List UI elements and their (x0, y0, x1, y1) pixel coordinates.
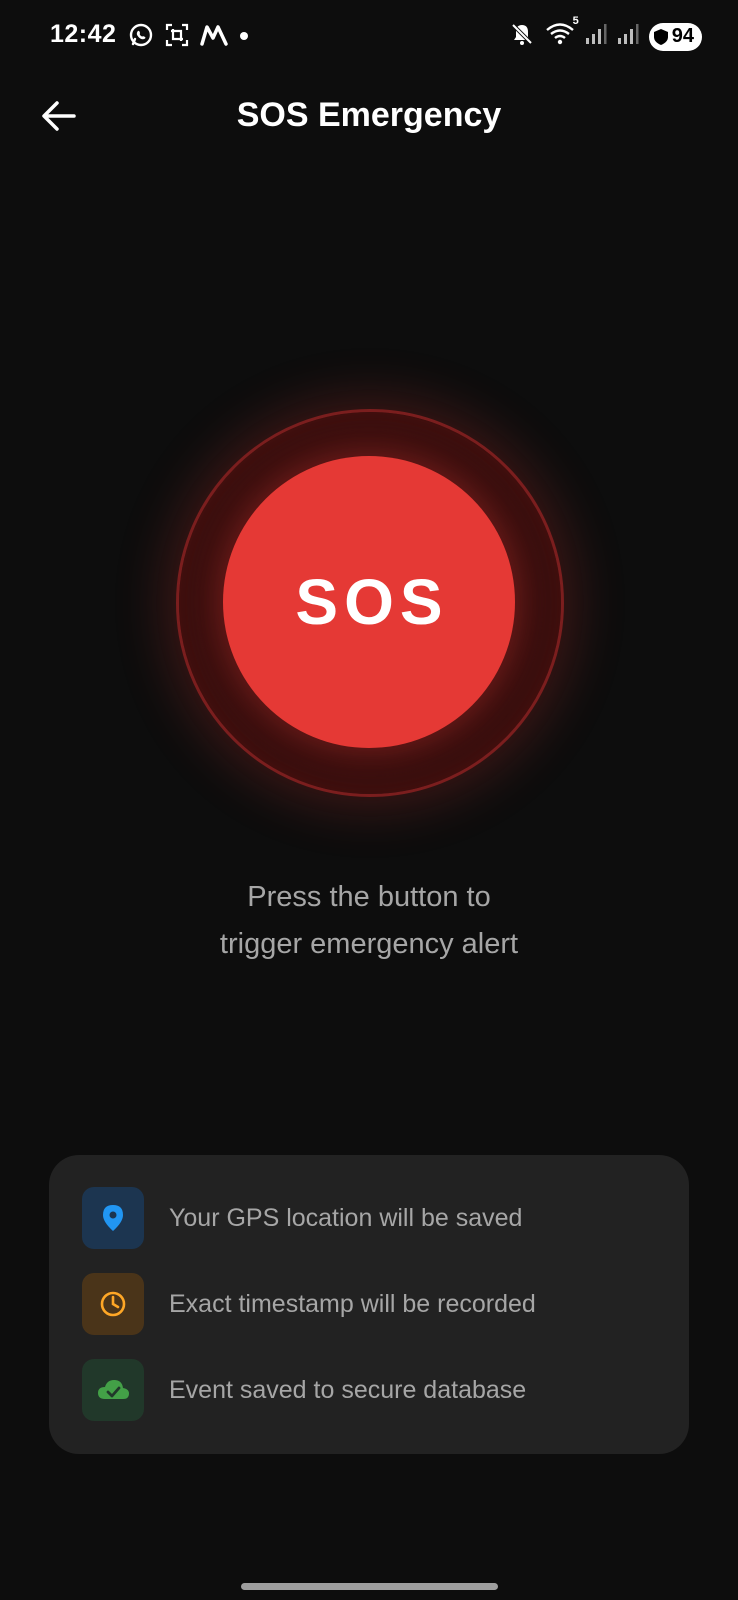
info-text: Exact timestamp will be recorded (169, 1289, 536, 1318)
wifi-icon: 5 (545, 15, 579, 52)
instruction-line-1: Press the button to (247, 881, 491, 913)
status-right-icons: 5 94 (509, 15, 702, 52)
app-bar: SOS Emergency (0, 74, 738, 154)
status-bar: 12:42 5 94 (0, 0, 738, 74)
app-m-icon (200, 23, 228, 52)
info-item-database: Event saved to secure database (82, 1359, 526, 1421)
battery-level: 94 (671, 25, 694, 47)
signal-icon (617, 23, 639, 50)
page-title: SOS Emergency (236, 96, 502, 134)
info-item-gps: Your GPS location will be saved (82, 1187, 522, 1249)
mute-icon (509, 21, 535, 52)
instruction-text: Press the button to trigger emergency al… (0, 874, 738, 968)
info-card: Your GPS location will be saved Exact ti… (49, 1155, 689, 1454)
signal-icon (585, 23, 607, 50)
clock-icon (82, 1273, 144, 1335)
location-pin-icon (82, 1187, 144, 1249)
whatsapp-icon (128, 22, 154, 53)
wifi-badge: 5 (572, 15, 579, 27)
notification-dot-icon (238, 29, 250, 47)
status-time: 12:42 (50, 20, 117, 48)
info-item-timestamp: Exact timestamp will be recorded (82, 1273, 536, 1335)
cloud-check-icon (82, 1359, 144, 1421)
shield-icon (653, 28, 668, 45)
sos-button[interactable]: SOS (223, 456, 515, 748)
info-text: Event saved to secure database (169, 1375, 527, 1404)
status-left-icons (128, 22, 250, 53)
sos-button-container: SOS (176, 409, 564, 797)
sos-label: SOS (295, 566, 449, 638)
info-text: Your GPS location will be saved (169, 1203, 523, 1232)
instruction-line-2: trigger emergency alert (219, 928, 519, 960)
screenshot-icon (164, 22, 190, 53)
home-indicator[interactable] (241, 1583, 498, 1590)
battery-indicator: 94 (648, 22, 702, 51)
